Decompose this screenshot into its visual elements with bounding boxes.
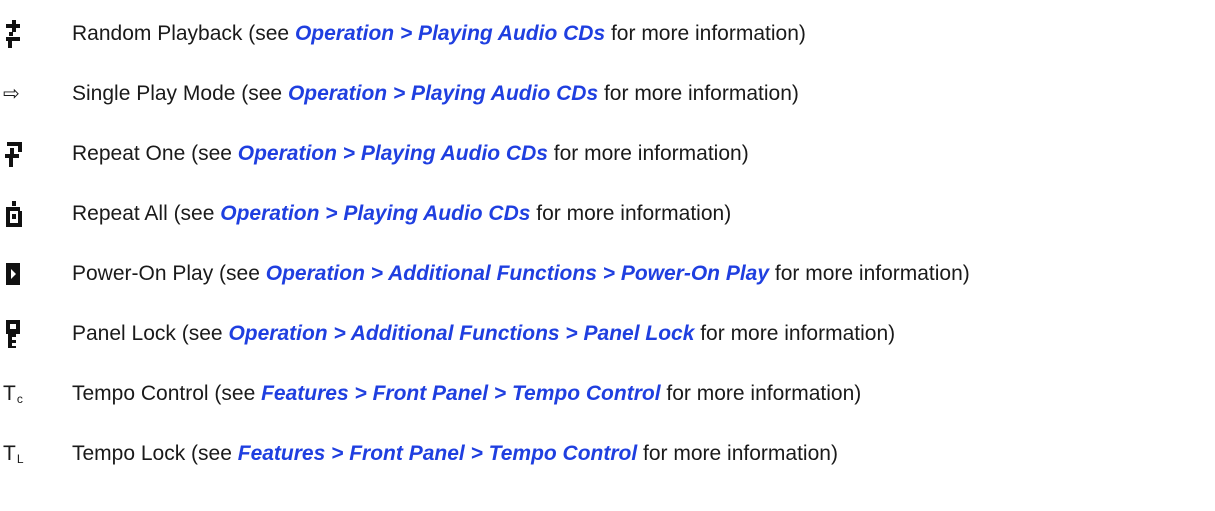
reference-link[interactable]: Operation > Playing Audio CDs — [295, 22, 605, 45]
reference-link[interactable]: Features > Front Panel > Tempo Control — [261, 382, 660, 405]
tempo-glyph-sub: L — [16, 452, 24, 466]
panel-lock-icon — [2, 314, 32, 354]
tempo-lock-icon: TL — [3, 434, 24, 474]
legend-text: Repeat All (see Operation > Playing Audi… — [72, 194, 731, 234]
legend-text: Power-On Play (see Operation > Additiona… — [72, 254, 970, 294]
legend-text: Tempo Lock (see Features > Front Panel >… — [72, 434, 838, 474]
legend-text: Random Playback (see Operation > Playing… — [72, 14, 806, 54]
legend-label: Single Play Mode (see — [72, 82, 288, 105]
reference-link[interactable]: Operation > Playing Audio CDs — [220, 202, 530, 225]
legend-row-repeat-one: Repeat One (see Operation > Playing Audi… — [0, 134, 1215, 174]
legend-label-suffix: for more information) — [637, 442, 838, 465]
power-on-play-icon — [2, 254, 32, 294]
legend-label-suffix: for more information) — [694, 322, 896, 345]
repeat-all-icon — [2, 194, 32, 234]
legend-label: Repeat All (see — [72, 202, 221, 225]
legend-label: Power-On Play (see — [72, 262, 266, 285]
legend-label: Tempo Lock (see — [72, 442, 238, 465]
single-play-arrow-icon: ⇨ — [2, 74, 32, 114]
legend-label: Repeat One (see — [72, 142, 238, 165]
tempo-glyph-main: T — [3, 442, 16, 465]
legend-label: Panel Lock (see — [72, 322, 229, 345]
legend-label: Tempo Control (see — [72, 382, 262, 405]
reference-link[interactable]: Features > Front Panel > Tempo Control — [238, 442, 637, 465]
tempo-control-icon: Tc — [3, 374, 23, 414]
legend-row-single-play: ⇨ Single Play Mode (see Operation > Play… — [0, 74, 1215, 114]
reference-link[interactable]: Operation > Playing Audio CDs — [288, 82, 598, 105]
arrow-glyph: ⇨ — [3, 83, 20, 105]
legend-text: Tempo Control (see Features > Front Pane… — [72, 374, 861, 414]
legend-text: Single Play Mode (see Operation > Playin… — [72, 74, 799, 114]
legend-row-power-on-play: Power-On Play (see Operation > Additiona… — [0, 254, 1215, 294]
tempo-glyph-sub: c — [16, 392, 23, 406]
random-playback-icon — [2, 14, 32, 54]
legend-label-suffix: for more information) — [530, 202, 732, 225]
reference-link[interactable]: Operation > Playing Audio CDs — [238, 142, 548, 165]
tempo-glyph-main: T — [3, 382, 16, 405]
legend-text: Repeat One (see Operation > Playing Audi… — [72, 134, 749, 174]
legend-label: Random Playback (see — [72, 22, 295, 45]
legend-row-tempo-control: Tc Tempo Control (see Features > Front P… — [0, 374, 1215, 414]
legend-row-random-playback: Random Playback (see Operation > Playing… — [0, 14, 1215, 54]
legend-label-suffix: for more information) — [605, 22, 806, 45]
legend-row-panel-lock: Panel Lock (see Operation > Additional F… — [0, 314, 1215, 354]
legend-row-repeat-all: Repeat All (see Operation > Playing Audi… — [0, 194, 1215, 234]
legend-row-tempo-lock: TL Tempo Lock (see Features > Front Pane… — [0, 434, 1215, 474]
reference-link[interactable]: Operation > Additional Functions > Power… — [266, 262, 769, 285]
legend-text: Panel Lock (see Operation > Additional F… — [72, 314, 895, 354]
legend-label-suffix: for more information) — [660, 382, 862, 405]
legend-label-suffix: for more information) — [598, 82, 799, 105]
repeat-one-icon — [2, 134, 32, 174]
legend-label-suffix: for more information) — [547, 142, 749, 165]
reference-link[interactable]: Operation > Additional Functions > Panel… — [228, 322, 694, 345]
legend-label-suffix: for more information) — [769, 262, 970, 285]
